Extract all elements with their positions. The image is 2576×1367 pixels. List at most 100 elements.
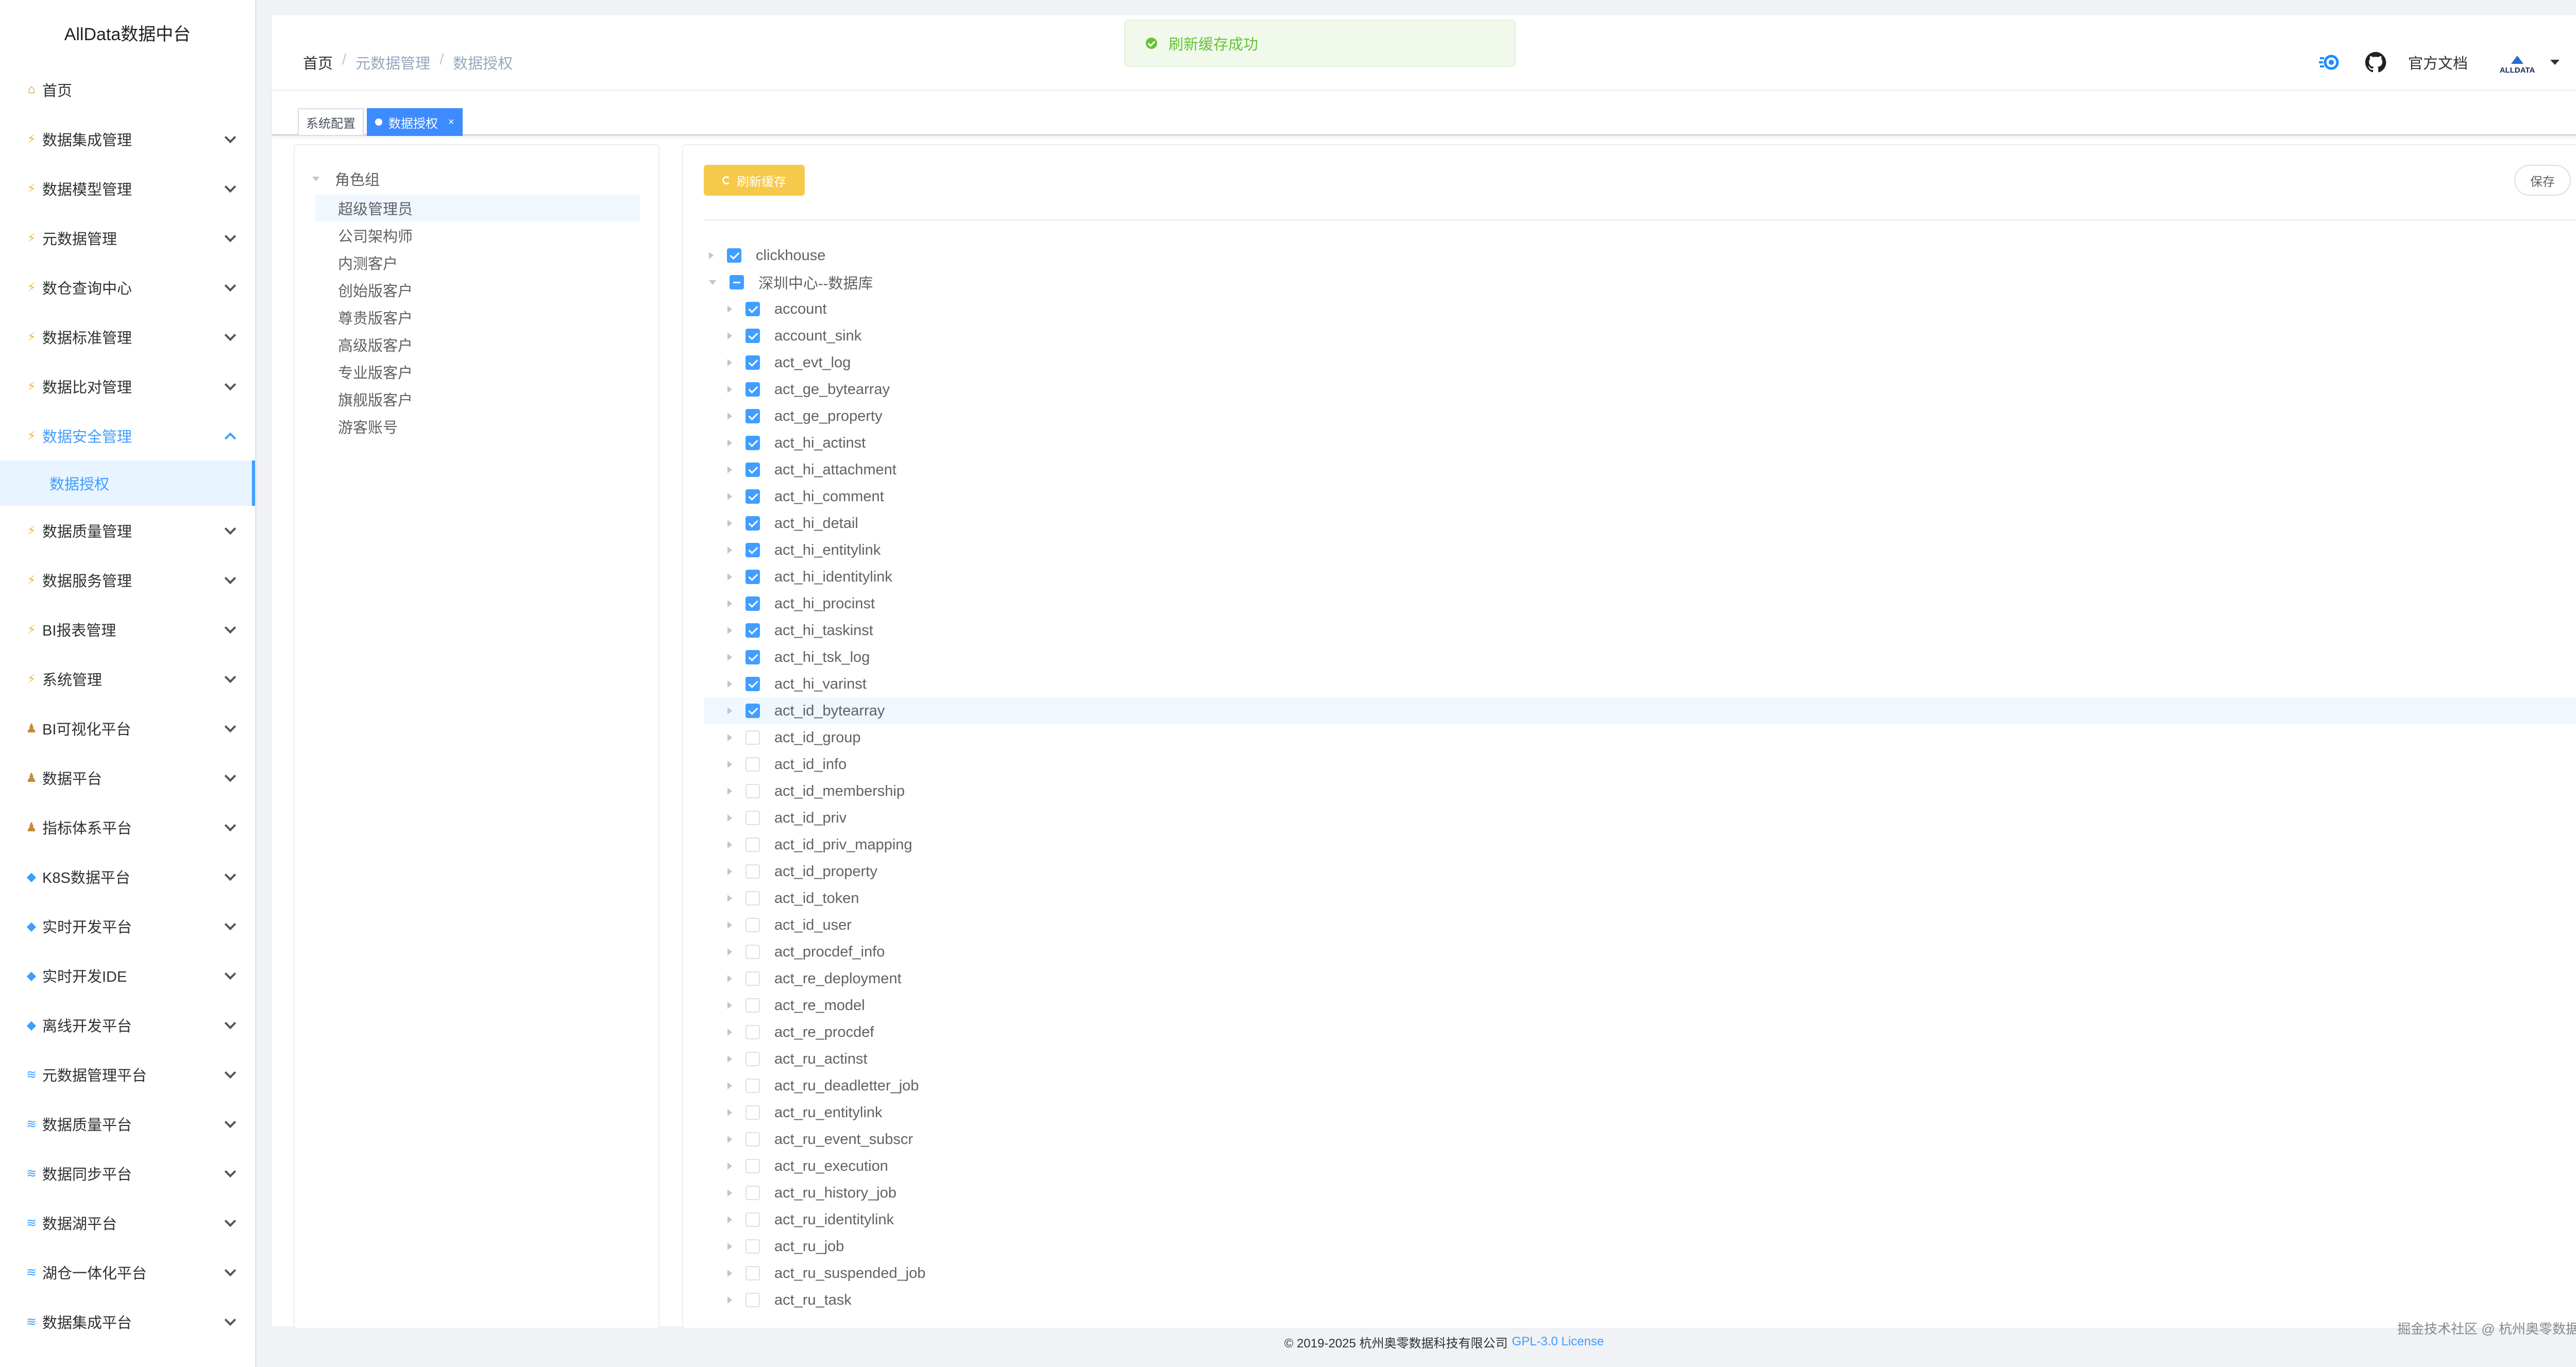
tree-node[interactable]: act_id_priv	[704, 805, 2576, 831]
checkbox[interactable]	[745, 838, 760, 852]
expand-right-icon[interactable]	[727, 439, 732, 447]
expand-right-icon[interactable]	[727, 1163, 732, 1170]
close-icon[interactable]: ×	[448, 116, 454, 128]
expand-right-icon[interactable]	[727, 1243, 732, 1250]
expand-right-icon[interactable]	[727, 493, 732, 500]
expand-right-icon[interactable]	[727, 841, 732, 848]
tree-node[interactable]: act_ru_task	[704, 1287, 2576, 1313]
expand-right-icon[interactable]	[727, 386, 732, 393]
role-item[interactable]: 高级版客户	[315, 331, 640, 358]
checkbox[interactable]	[745, 1212, 760, 1227]
expand-right-icon[interactable]	[727, 627, 732, 634]
checkbox[interactable]	[745, 730, 760, 745]
role-item[interactable]: 创始版客户	[315, 277, 640, 303]
tree-node[interactable]: act_hi_varinst	[704, 671, 2576, 697]
expand-right-icon[interactable]	[727, 1270, 732, 1277]
breadcrumb-home[interactable]: 首页	[303, 52, 333, 73]
tree-node[interactable]: act_ru_history_job	[704, 1180, 2576, 1206]
sidebar-item[interactable]: ⚡ 数据服务管理	[0, 555, 255, 605]
checkbox[interactable]	[745, 1159, 760, 1173]
license-link[interactable]: GPL-3.0 License	[1512, 1335, 1604, 1349]
expand-right-icon[interactable]	[727, 761, 732, 768]
expand-right-icon[interactable]	[727, 1055, 732, 1063]
sidebar-item[interactable]: ≋ 数据湖平台	[0, 1198, 255, 1248]
checkbox[interactable]	[745, 409, 760, 423]
sidebar-item[interactable]: ⚡ 元数据管理	[0, 213, 255, 263]
sidebar-item[interactable]: ⚡ 数据比对管理	[0, 362, 255, 411]
tree-node[interactable]: act_procdef_info	[704, 938, 2576, 965]
sidebar-item[interactable]: ◆ K8S数据平台	[0, 852, 255, 901]
tree-node[interactable]: act_id_info	[704, 751, 2576, 778]
tree-node[interactable]: act_hi_taskinst	[704, 617, 2576, 644]
tree-node[interactable]: act_re_deployment	[704, 965, 2576, 992]
sidebar-item[interactable]: ≋ 数据集成平台	[0, 1297, 255, 1346]
sidebar-item[interactable]: ⚡ 数据安全管理	[0, 411, 255, 460]
checkbox[interactable]	[745, 1239, 760, 1254]
sidebar-item[interactable]: ⌂ 首页	[0, 65, 255, 114]
expand-right-icon[interactable]	[727, 1136, 732, 1143]
tree-node[interactable]: account_sink	[704, 322, 2576, 349]
role-item[interactable]: 尊贵版客户	[315, 304, 640, 331]
sidebar-item[interactable]: ≋ 数据质量平台	[0, 1099, 255, 1149]
expand-right-icon[interactable]	[727, 1082, 732, 1089]
checkbox[interactable]	[730, 275, 744, 289]
tree-node[interactable]: 深圳中心--数据库	[704, 269, 2576, 296]
expand-right-icon[interactable]	[727, 788, 732, 795]
sidebar-item[interactable]: ⚡ 数据集成管理	[0, 114, 255, 164]
role-group-node[interactable]: 角色组	[312, 166, 380, 192]
checkbox[interactable]	[745, 998, 760, 1013]
checkbox[interactable]	[745, 302, 760, 316]
checkbox[interactable]	[745, 1052, 760, 1066]
checkbox[interactable]	[745, 516, 760, 531]
tree-node[interactable]: act_ru_execution	[704, 1153, 2576, 1180]
checkbox[interactable]	[745, 945, 760, 959]
expand-down-icon[interactable]	[709, 280, 716, 285]
tree-node[interactable]: act_ru_event_subscr	[704, 1126, 2576, 1153]
role-item[interactable]: 游客账号	[315, 413, 640, 440]
sidebar-item[interactable]: ◆ 离线开发平台	[0, 1000, 255, 1050]
expand-right-icon[interactable]	[727, 734, 732, 741]
expand-right-icon[interactable]	[727, 359, 732, 366]
checkbox[interactable]	[745, 596, 760, 611]
checkbox[interactable]	[745, 1186, 760, 1200]
expand-right-icon[interactable]	[727, 413, 732, 420]
checkbox[interactable]	[745, 704, 760, 718]
tree-node[interactable]: act_id_token	[704, 885, 2576, 912]
expand-right-icon[interactable]	[727, 975, 732, 982]
tree-node[interactable]: act_ru_actinst	[704, 1046, 2576, 1072]
refresh-cache-button[interactable]: 刷新缓存	[704, 165, 805, 196]
checkbox[interactable]	[745, 623, 760, 638]
tree-node[interactable]: act_re_procdef	[704, 1019, 2576, 1046]
user-avatar[interactable]: ALLDATA	[2497, 50, 2538, 75]
expand-right-icon[interactable]	[727, 332, 732, 339]
expand-right-icon[interactable]	[727, 1002, 732, 1009]
checkbox[interactable]	[745, 757, 760, 772]
expand-down-icon[interactable]	[312, 176, 319, 181]
checkbox[interactable]	[745, 677, 760, 691]
expand-right-icon[interactable]	[727, 1189, 732, 1197]
caret-down-icon[interactable]	[2550, 60, 2560, 65]
tree-node[interactable]: act_hi_entitylink	[704, 537, 2576, 563]
checkbox[interactable]	[745, 463, 760, 477]
screen-search-icon[interactable]	[2315, 48, 2343, 76]
role-item[interactable]: 内测客户	[315, 249, 640, 276]
expand-right-icon[interactable]	[727, 707, 732, 714]
expand-right-icon[interactable]	[727, 520, 732, 527]
checkbox[interactable]	[745, 1132, 760, 1147]
sidebar-item[interactable]: ⚡ 数仓查询中心	[0, 263, 255, 312]
expand-right-icon[interactable]	[727, 948, 732, 955]
checkbox[interactable]	[745, 650, 760, 664]
expand-right-icon[interactable]	[727, 1296, 732, 1304]
github-icon[interactable]	[2362, 48, 2389, 76]
expand-right-icon[interactable]	[727, 895, 732, 902]
expand-right-icon[interactable]	[727, 654, 732, 661]
expand-right-icon[interactable]	[727, 546, 732, 554]
tree-node[interactable]: act_re_model	[704, 992, 2576, 1019]
role-item[interactable]: 专业版客户	[315, 358, 640, 385]
tree-node[interactable]: act_hi_procinst	[704, 590, 2576, 617]
checkbox[interactable]	[745, 891, 760, 905]
sidebar-item[interactable]: ≋ 湖仓一体化平台	[0, 1248, 255, 1297]
checkbox[interactable]	[745, 543, 760, 557]
tree-node[interactable]: act_hi_detail	[704, 510, 2576, 537]
checkbox[interactable]	[745, 570, 760, 584]
